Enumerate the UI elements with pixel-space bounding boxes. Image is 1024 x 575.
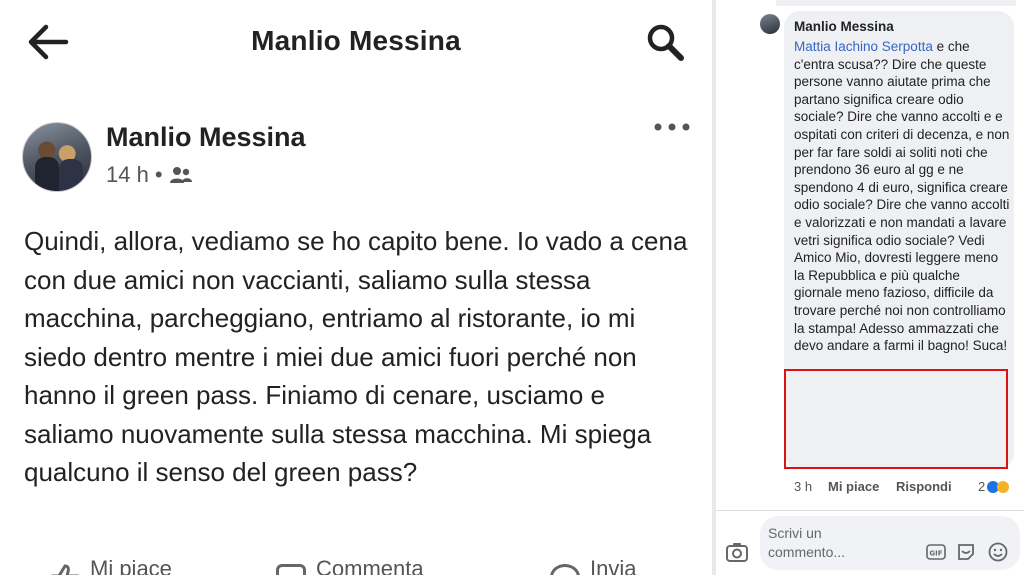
comment-screenshot: Manlio Messina Mattia Iachino Serpotta e… bbox=[716, 0, 1024, 575]
messenger-icon bbox=[550, 564, 580, 575]
meta-separator: • bbox=[154, 162, 163, 187]
post-time[interactable]: 14 h bbox=[106, 162, 149, 188]
comment-icon bbox=[276, 564, 306, 575]
more-options-icon[interactable] bbox=[652, 120, 692, 134]
previous-comment-edge bbox=[776, 0, 1016, 6]
comment-text: Mattia Iachino Serpotta e che c'entra sc… bbox=[794, 38, 1010, 355]
sticker-icon[interactable] bbox=[956, 542, 976, 562]
post-body: Quindi, allora, vediamo se ho capito ben… bbox=[24, 222, 694, 492]
comment-like-link[interactable]: Mi piace bbox=[828, 479, 879, 494]
post-author[interactable]: Manlio Messina bbox=[106, 122, 306, 153]
reaction-count: 2 bbox=[978, 479, 986, 494]
comment-label: Commenta bbox=[316, 556, 424, 575]
post-header: Manlio Messina 14 h • bbox=[22, 116, 692, 196]
like-button[interactable]: Mi piace bbox=[50, 556, 172, 575]
post-actions: Mi piace Commenta Invia bbox=[0, 556, 712, 575]
search-icon[interactable] bbox=[644, 22, 686, 62]
share-label: Invia bbox=[590, 556, 637, 575]
page-title: Manlio Messina bbox=[251, 25, 461, 56]
post-text: Quindi, allora, vediamo se ho capito ben… bbox=[24, 226, 688, 487]
haha-reaction-icon bbox=[997, 480, 1010, 493]
comment-text-main: e che c'entra scusa?? Dire che queste pe… bbox=[794, 39, 1010, 301]
camera-icon[interactable] bbox=[726, 542, 748, 562]
thumbs-up-icon bbox=[51, 564, 79, 575]
mention-link[interactable]: Mattia Iachino Serpotta bbox=[794, 39, 933, 54]
post-screenshot: Manlio Messina Manlio Messina 14 h • Qui… bbox=[0, 0, 712, 575]
comment-author[interactable]: Manlio Messina bbox=[794, 19, 894, 34]
avatar[interactable] bbox=[22, 122, 92, 192]
like-label: Mi piace bbox=[90, 556, 172, 575]
highlight-box bbox=[784, 369, 1008, 469]
composer-separator bbox=[716, 510, 1024, 511]
svg-text:GIF: GIF bbox=[929, 550, 942, 558]
gif-icon[interactable]: GIF bbox=[926, 544, 946, 560]
comment-reply-link[interactable]: Rispondi bbox=[896, 479, 952, 494]
share-button[interactable]: Invia bbox=[550, 556, 636, 575]
comment-time: 3 h bbox=[794, 479, 813, 494]
comment-button[interactable]: Commenta bbox=[276, 556, 424, 575]
reaction-summary[interactable]: 2 bbox=[978, 479, 1010, 494]
friends-icon bbox=[169, 167, 192, 183]
emoji-icon[interactable] bbox=[988, 542, 1008, 562]
comment-input-placeholder[interactable]: Scrivi un commento... bbox=[768, 524, 888, 562]
commenter-avatar[interactable] bbox=[760, 14, 780, 34]
post-meta: 14 h • bbox=[106, 162, 193, 188]
top-bar: Manlio Messina bbox=[0, 0, 712, 84]
